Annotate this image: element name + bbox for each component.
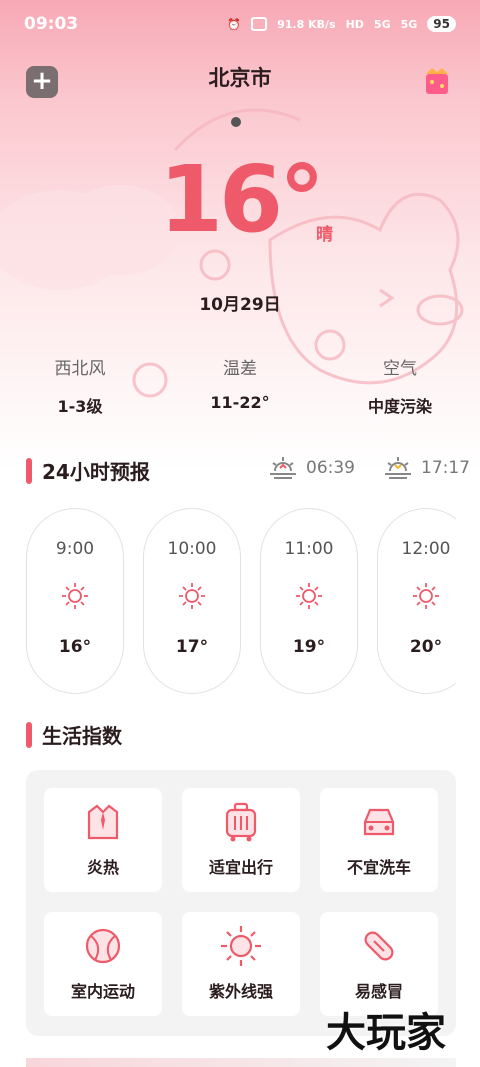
hd-icon: HD bbox=[345, 17, 364, 31]
alarm-icon: ⏰ bbox=[227, 17, 242, 31]
life-card-label: 炎热 bbox=[86, 858, 119, 877]
life-card-carwash[interactable]: 不宜洗车 bbox=[320, 788, 438, 892]
current-temperature: 16° bbox=[158, 146, 325, 253]
forecast-section-header: 24小时预报 bbox=[26, 456, 150, 485]
sun-times: 06:39 17:17 bbox=[268, 455, 470, 481]
car-icon bbox=[363, 808, 395, 836]
hour-card: 10:00 17° bbox=[143, 508, 241, 694]
location-indicator bbox=[231, 117, 241, 127]
status-bar: 09:03 ⏰ 91.8 KB/s HD 5G 5G 95 bbox=[0, 0, 480, 48]
sun-icon bbox=[62, 583, 88, 609]
hour-temp: 20° bbox=[409, 637, 443, 657]
shirt-icon bbox=[87, 804, 119, 840]
life-card-label: 适宜出行 bbox=[208, 858, 273, 877]
sun-icon bbox=[413, 583, 439, 609]
metric-temp-range-label: 温差 bbox=[223, 359, 257, 379]
metric-wind: 西北风 1-3级 bbox=[0, 354, 160, 417]
battery-indicator: 95 bbox=[427, 16, 456, 32]
life-card-label: 易感冒 bbox=[354, 982, 403, 1001]
weather-metrics: 西北风 1-3级 温差 11-22° 空气 中度污染 bbox=[0, 354, 480, 417]
theme-shirt-icon[interactable] bbox=[420, 64, 454, 98]
hourly-forecast-list[interactable]: 9:00 16° 10:00 17° 11:00 19° 12:00 20° bbox=[26, 508, 456, 694]
watermark-logo: 大玩家 bbox=[326, 1009, 446, 1056]
hour-time: 9:00 bbox=[55, 539, 95, 559]
life-index-section-header: 生活指数 bbox=[26, 720, 122, 749]
sunset-icon bbox=[385, 457, 411, 479]
metric-air: 空气 中度污染 bbox=[320, 354, 480, 417]
metric-temp-range-value: 11-22° bbox=[210, 393, 270, 412]
hour-time: 12:00 bbox=[401, 539, 451, 559]
section-accent-bar bbox=[26, 457, 32, 484]
metric-air-label: 空气 bbox=[383, 359, 417, 379]
current-date: 10月29日 bbox=[199, 295, 281, 315]
life-card-label: 紫外线强 bbox=[208, 982, 273, 1001]
sun-icon bbox=[296, 583, 322, 609]
status-time: 09:03 bbox=[24, 14, 79, 34]
life-card-label: 不宜洗车 bbox=[346, 858, 411, 877]
pill-icon bbox=[364, 931, 394, 961]
signal-5g-label-2: 5G bbox=[400, 17, 418, 31]
hour-temp: 17° bbox=[175, 637, 209, 657]
sunrise-icon bbox=[270, 457, 296, 479]
metric-temp-range: 温差 11-22° bbox=[160, 354, 320, 417]
hour-card: 12:00 20° bbox=[377, 508, 456, 694]
life-index-title: 生活指数 bbox=[42, 724, 122, 748]
forecast-title: 24小时预报 bbox=[42, 460, 150, 484]
sunrise-time: 06:39 bbox=[306, 458, 355, 478]
network-speed: 91.8 KB/s bbox=[277, 17, 336, 31]
hour-card: 9:00 16° bbox=[26, 508, 124, 694]
ball-icon bbox=[85, 928, 121, 964]
hour-temp: 16° bbox=[58, 637, 92, 657]
hour-time: 11:00 bbox=[284, 539, 334, 559]
life-card-heat[interactable]: 炎热 bbox=[44, 788, 162, 892]
life-card-uv[interactable]: 紫外线强 bbox=[182, 912, 300, 1016]
life-card-label: 室内运动 bbox=[70, 982, 135, 1001]
hour-time: 10:00 bbox=[167, 539, 217, 559]
metric-air-value: 中度污染 bbox=[367, 397, 432, 416]
city-name[interactable]: 北京市 bbox=[0, 62, 480, 92]
hour-card: 11:00 19° bbox=[260, 508, 358, 694]
hour-temp: 19° bbox=[292, 637, 326, 657]
sun-icon bbox=[179, 583, 205, 609]
weather-condition: 晴 bbox=[316, 225, 333, 245]
metric-wind-value: 1-3级 bbox=[57, 397, 103, 416]
luggage-icon bbox=[225, 802, 257, 842]
status-icons: ⏰ 91.8 KB/s HD 5G 5G 95 bbox=[227, 16, 456, 32]
life-card-travel[interactable]: 适宜出行 bbox=[182, 788, 300, 892]
life-card-sport[interactable]: 室内运动 bbox=[44, 912, 162, 1016]
next-section-peek bbox=[26, 1058, 456, 1067]
sunset-time: 17:17 bbox=[421, 458, 470, 478]
uv-sun-icon bbox=[221, 926, 261, 966]
vibrate-icon bbox=[251, 17, 268, 31]
metric-wind-label: 西北风 bbox=[54, 359, 106, 379]
section-accent-bar bbox=[26, 721, 32, 748]
life-index-panel: 炎热 适宜出行 不宜洗车 室内运动 紫外线强 易感冒 bbox=[26, 770, 456, 1036]
signal-5g-label-1: 5G bbox=[373, 17, 391, 31]
